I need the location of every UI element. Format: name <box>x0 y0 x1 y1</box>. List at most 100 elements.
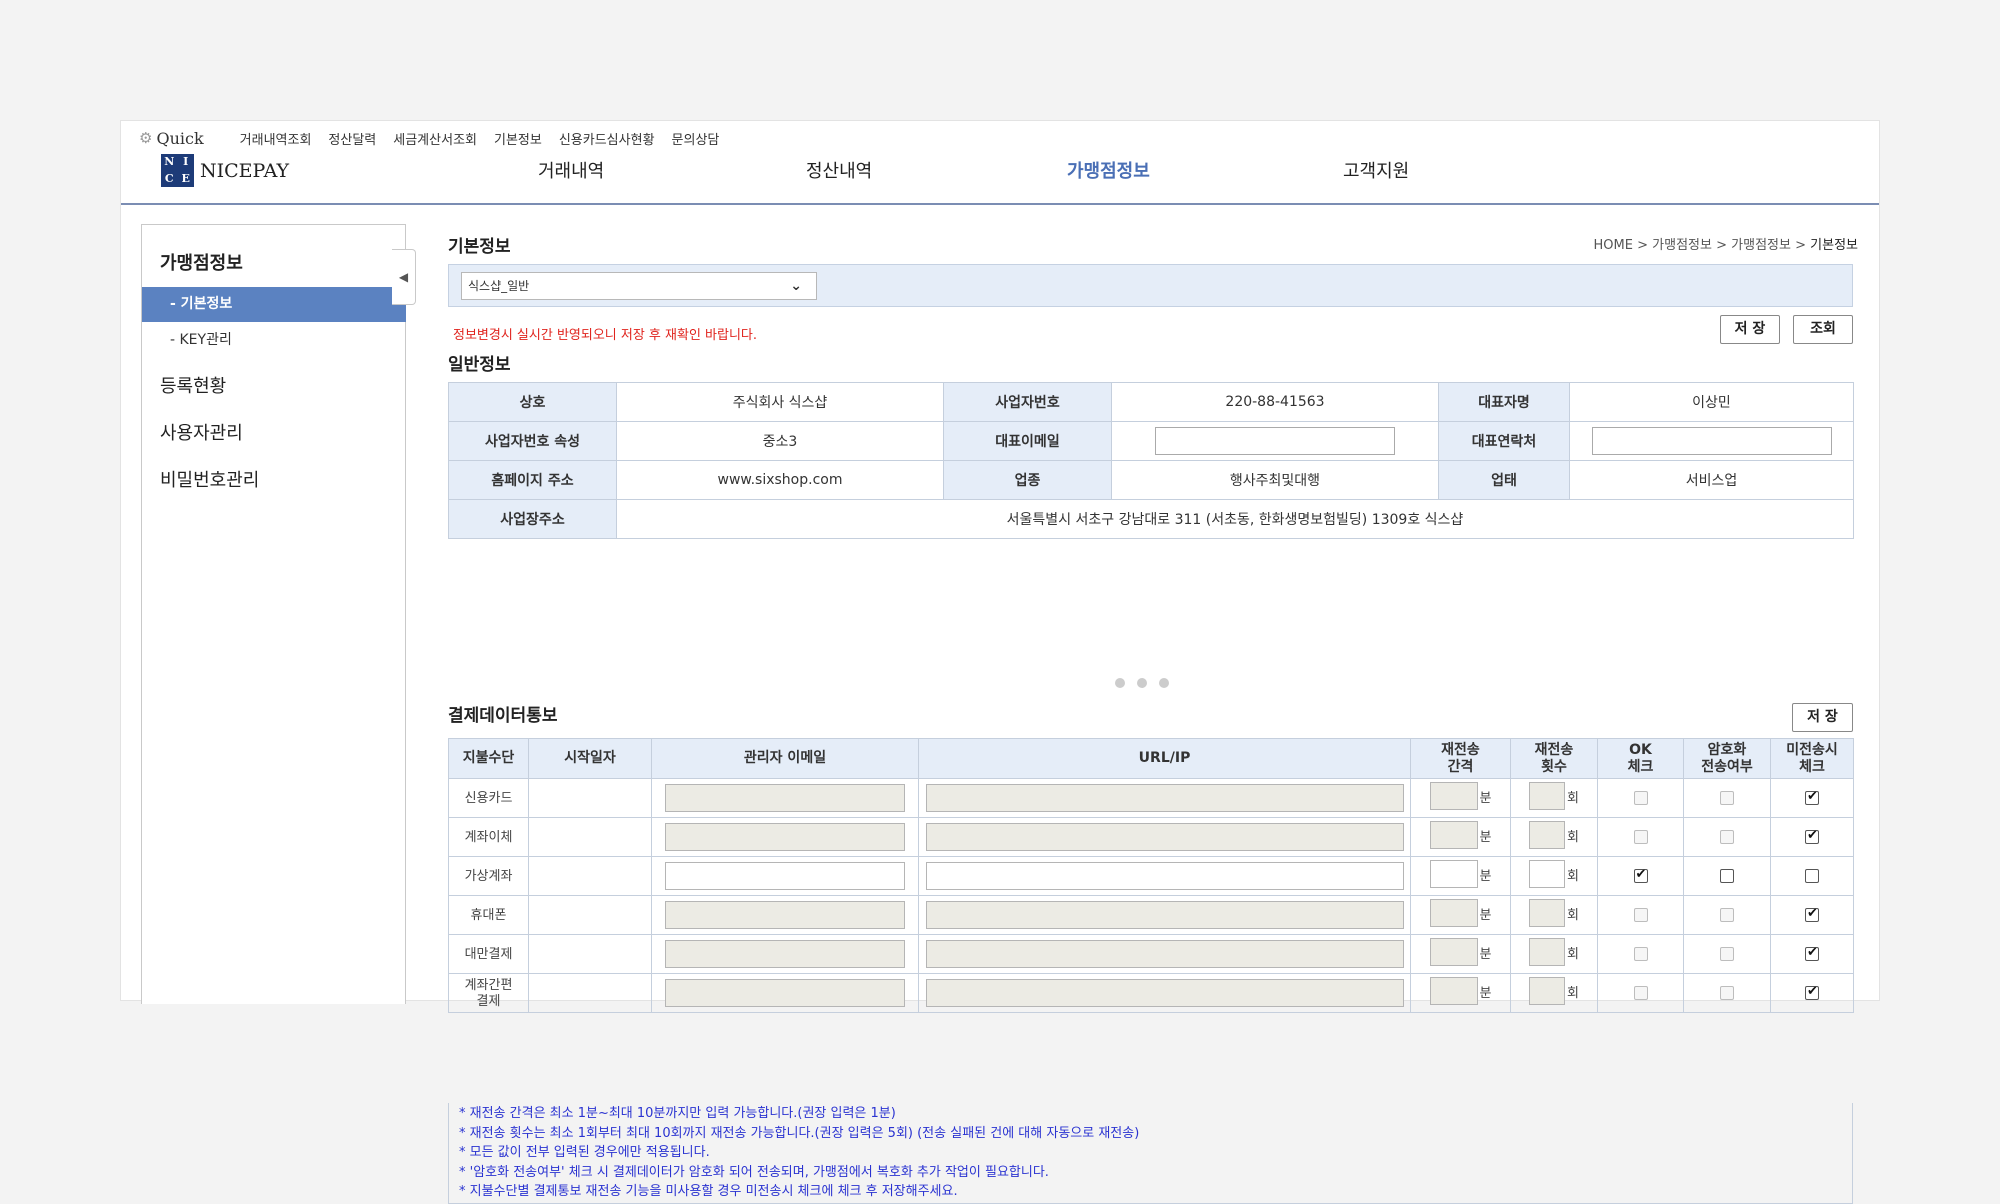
quick-link-card-review[interactable]: 신용카드심사현황 <box>559 129 655 148</box>
breadcrumb-item[interactable]: 가맹점정보 <box>1652 238 1712 253</box>
interval-input[interactable] <box>1429 938 1478 966</box>
url-input[interactable] <box>925 862 1404 890</box>
quick-link-settlement-calendar[interactable]: 정산달력 <box>328 129 376 148</box>
interval-input[interactable] <box>1429 782 1478 810</box>
sidebar-item-basic-info[interactable]: - 기본정보 <box>142 287 406 322</box>
url-cell <box>918 778 1411 818</box>
sidebar-item-key-management[interactable]: - KEY관리 <box>142 323 406 358</box>
admin-email-input[interactable] <box>665 862 905 890</box>
dot-indicator[interactable] <box>1115 678 1125 688</box>
sidebar-item-registration-status[interactable]: 등록현황 <box>160 372 226 398</box>
url-input[interactable] <box>925 823 1404 851</box>
quick-link-transactions[interactable]: 거래내역조회 <box>240 129 312 148</box>
table-row: 대만결제 분 회 <box>448 934 1854 974</box>
sidebar-collapse-button[interactable]: ◀ <box>392 249 416 305</box>
admin-email-cell <box>651 817 919 857</box>
quick-link-tax-invoice[interactable]: 세금계산서조회 <box>393 129 477 148</box>
encryption-checkbox[interactable] <box>1720 869 1734 883</box>
interval-input[interactable] <box>1429 860 1478 888</box>
col-enc-line: 암호화 <box>1707 741 1747 758</box>
interval-input[interactable] <box>1429 821 1478 849</box>
start-date-cell <box>528 934 652 974</box>
nav-settlement[interactable]: 정산내역 <box>806 157 872 183</box>
phone-label: 대표연락처 <box>1438 421 1570 461</box>
quick-menu[interactable]: ⚙ Quick <box>139 129 204 148</box>
url-input[interactable] <box>925 940 1404 968</box>
admin-email-input[interactable] <box>665 901 905 929</box>
breadcrumb-home[interactable]: HOME <box>1594 238 1633 253</box>
breadcrumb-item[interactable]: 가맹점정보 <box>1731 238 1791 253</box>
ok-checkbox[interactable] <box>1633 791 1648 805</box>
url-input[interactable] <box>925 979 1404 1007</box>
dot-indicator[interactable] <box>1159 678 1169 688</box>
sidebar-item-user-management[interactable]: 사용자관리 <box>160 419 243 445</box>
biztype-value: 서비스업 <box>1569 460 1854 500</box>
unit-minutes: 분 <box>1479 907 1492 923</box>
admin-email-input[interactable] <box>665 940 905 968</box>
ok-checkbox[interactable] <box>1633 867 1648 883</box>
encryption-cell <box>1683 817 1771 857</box>
ok-checkbox[interactable] <box>1633 830 1648 844</box>
unsent-checkbox[interactable] <box>1805 945 1819 961</box>
ok-check-cell <box>1597 934 1684 974</box>
encryption-checkbox[interactable] <box>1720 908 1734 922</box>
quick-link-basic-info[interactable]: 기본정보 <box>494 129 542 148</box>
col-admin-email: 관리자 이메일 <box>651 738 919 779</box>
chevron-down-icon: ⌄ <box>790 278 802 294</box>
phone-field[interactable] <box>1591 427 1832 455</box>
payment-method-cell: 계좌간편 결제 <box>448 973 529 1013</box>
url-cell <box>918 973 1411 1013</box>
logo-mark: N I C E <box>161 154 194 187</box>
admin-email-input[interactable] <box>665 784 905 812</box>
pagination-dots <box>1115 678 1181 688</box>
encryption-cell <box>1683 778 1771 818</box>
payment-notify-title: 결제데이터통보 <box>448 706 558 726</box>
unsent-checkbox[interactable] <box>1805 789 1819 805</box>
nav-support[interactable]: 고객지원 <box>1343 157 1409 183</box>
save-button[interactable]: 저 장 <box>1720 315 1780 344</box>
quick-link-inquiry[interactable]: 문의상담 <box>672 129 720 148</box>
unsent-checkbox[interactable] <box>1805 906 1819 922</box>
nav-transactions[interactable]: 거래내역 <box>538 157 604 183</box>
logo-letter: E <box>181 171 190 185</box>
email-field[interactable] <box>1155 427 1395 455</box>
interval-cell: 분 <box>1410 973 1511 1013</box>
ok-checkbox[interactable] <box>1633 947 1648 961</box>
count-input[interactable] <box>1529 782 1566 810</box>
admin-email-cell <box>651 778 919 818</box>
query-button[interactable]: 조회 <box>1793 315 1853 344</box>
count-input[interactable] <box>1529 899 1566 927</box>
interval-input[interactable] <box>1429 899 1478 927</box>
admin-email-input[interactable] <box>665 979 905 1007</box>
payment-method-cell: 휴대폰 <box>448 895 529 935</box>
encryption-checkbox[interactable] <box>1720 830 1734 844</box>
nav-merchant-info[interactable]: 가맹점정보 <box>1067 157 1150 183</box>
count-input[interactable] <box>1529 821 1566 849</box>
admin-email-input[interactable] <box>665 823 905 851</box>
ok-checkbox[interactable] <box>1633 986 1648 1000</box>
ok-checkbox[interactable] <box>1633 908 1648 922</box>
url-input[interactable] <box>925 901 1404 929</box>
ceo-value: 이상민 <box>1569 382 1854 422</box>
unsent-checkbox[interactable] <box>1805 869 1819 883</box>
count-input[interactable] <box>1529 860 1566 888</box>
merchant-select[interactable]: 식스샵_일반 ⌄ <box>461 272 817 300</box>
unsent-checkbox[interactable] <box>1805 984 1819 1000</box>
payment-save-button[interactable]: 저 장 <box>1792 703 1853 732</box>
admin-email-cell <box>651 895 919 935</box>
unsent-checkbox[interactable] <box>1805 828 1819 844</box>
count-input[interactable] <box>1529 938 1566 966</box>
sidebar-item-password-management[interactable]: 비밀번호관리 <box>160 466 259 492</box>
url-input[interactable] <box>925 784 1404 812</box>
encryption-checkbox[interactable] <box>1720 947 1734 961</box>
email-label: 대표이메일 <box>943 421 1112 461</box>
count-cell: 회 <box>1510 856 1598 896</box>
encryption-checkbox[interactable] <box>1720 791 1734 805</box>
logo[interactable]: N I C E NICEPAY <box>161 154 289 187</box>
encryption-checkbox[interactable] <box>1720 986 1734 1000</box>
dot-indicator[interactable] <box>1137 678 1147 688</box>
start-date-cell <box>528 856 652 896</box>
quick-label: Quick <box>156 128 204 148</box>
ok-check-cell <box>1597 856 1684 896</box>
payment-method-cell: 신용카드 <box>448 778 529 818</box>
